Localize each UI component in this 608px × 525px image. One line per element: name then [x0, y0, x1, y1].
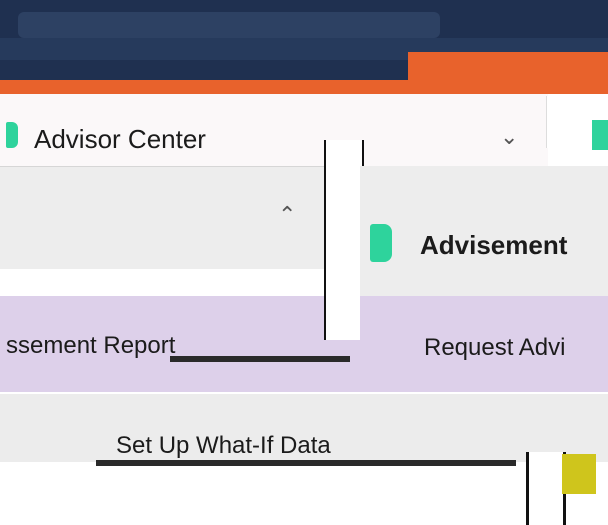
folder-icon	[370, 224, 392, 262]
yellow-marker	[562, 454, 596, 494]
scroll-handle[interactable]	[526, 452, 566, 525]
folder-icon	[6, 122, 18, 148]
advisor-center-header[interactable]: Advisor Center ⌄	[0, 94, 548, 166]
header-divider	[546, 96, 581, 148]
bottom-area	[0, 494, 526, 525]
request-advisement-label: Request Advi	[424, 334, 566, 361]
assessment-report-item[interactable]: ssement Report	[0, 296, 360, 362]
dark-strip	[96, 460, 516, 466]
advisement-title: Advisement	[420, 230, 568, 260]
purple-row	[0, 362, 608, 392]
dark-strip	[170, 356, 350, 362]
orange-accent-band	[0, 80, 608, 94]
folder-icon-right	[592, 120, 608, 150]
request-advisement-item[interactable]: Request Advi	[360, 296, 608, 364]
search-bar[interactable]	[18, 12, 440, 38]
panel-divider	[324, 140, 364, 340]
orange-header-tab	[408, 52, 608, 82]
advisor-center-title: Advisor Center	[34, 124, 206, 154]
chevron-up-icon[interactable]: ⌃	[278, 202, 296, 228]
what-if-item[interactable]: Set Up What-If Data	[0, 394, 608, 462]
assessment-report-label: ssement Report	[6, 332, 176, 359]
collapsible-section[interactable]: ⌃	[0, 166, 324, 269]
what-if-label: Set Up What-If Data	[116, 432, 331, 459]
advisement-panel[interactable]: Advisement	[360, 166, 608, 302]
chevron-down-icon[interactable]: ⌄	[500, 124, 518, 150]
screen: Advisor Center ⌄ ⌃ ssement Report Set Up…	[0, 0, 608, 525]
